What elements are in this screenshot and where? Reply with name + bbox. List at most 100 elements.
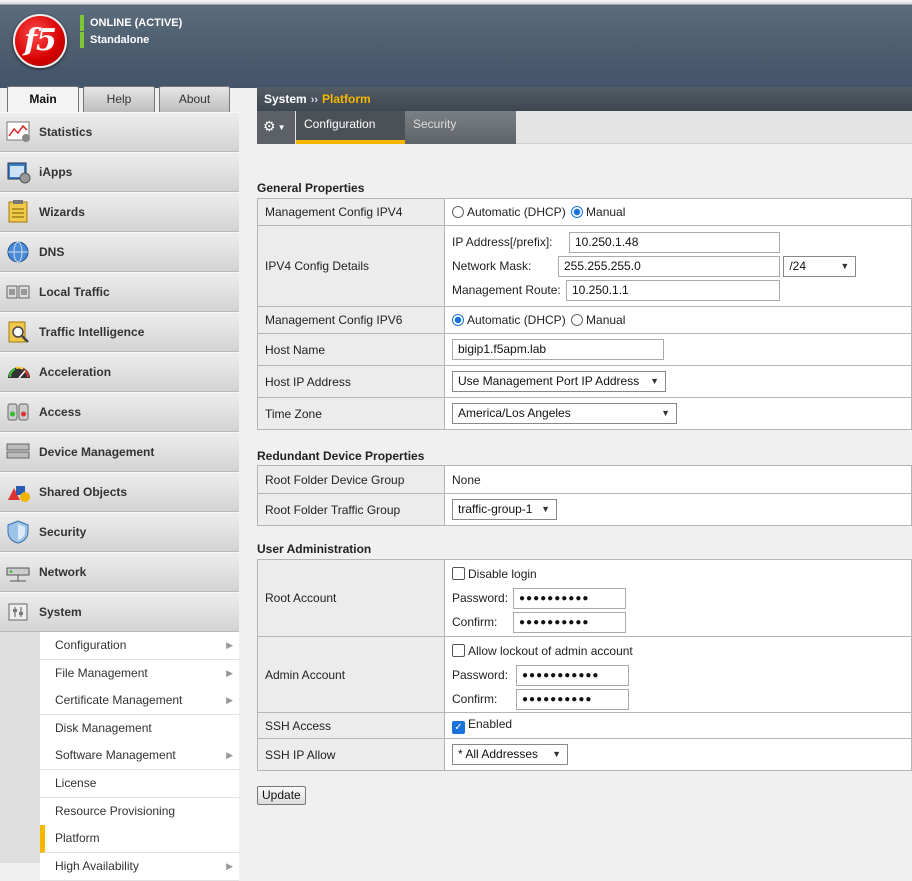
general-properties-heading: General Properties xyxy=(257,181,365,195)
subtab-security[interactable]: Security xyxy=(405,111,516,144)
sidebar-item-label: System xyxy=(39,605,82,619)
local-traffic-icon xyxy=(6,285,30,299)
dns-globe-icon xyxy=(7,241,29,263)
sidebar-item-label: Statistics xyxy=(39,125,93,139)
sidebar-item-label: Acceleration xyxy=(39,365,112,379)
mgmt-ipv4-label: Management Config IPV4 xyxy=(257,198,445,226)
sidebar-item-label: Network xyxy=(39,565,87,579)
admin-confirm-input[interactable]: ●●●●●●●●●● xyxy=(516,688,629,710)
sidebar-item-label: iApps xyxy=(39,165,73,179)
submenu-item-file-management[interactable]: File Management ▶ xyxy=(40,660,239,688)
sidebar-item-local-traffic[interactable]: Local Traffic xyxy=(0,272,239,312)
submenu-item-label: High Availability xyxy=(55,859,139,873)
root-password-label: Password: xyxy=(452,591,509,605)
submenu-item-configuration[interactable]: Configuration ▶ xyxy=(40,632,239,660)
submenu-item-high-availability[interactable]: High Availability ▶ xyxy=(40,853,239,881)
sidebar-item-device-management[interactable]: Device Management xyxy=(0,432,239,472)
mgmt-route-input[interactable]: 10.250.1.1 xyxy=(566,280,780,302)
submenu-item-license[interactable]: License xyxy=(40,770,239,798)
sidebar-item-traffic-intelligence[interactable]: Traffic Intelligence xyxy=(0,312,239,352)
ssh-enabled-label: Enabled xyxy=(468,717,513,731)
sidebar-item-label: Wizards xyxy=(39,205,85,219)
allow-lockout-checkbox[interactable] xyxy=(452,643,465,657)
subtab-configuration[interactable]: Configuration xyxy=(296,111,405,144)
chevron-down-icon: ▼ xyxy=(840,261,850,272)
submenu-item-label: Software Management xyxy=(55,748,176,762)
traffic-group-select[interactable]: traffic-group-1 ▼ xyxy=(452,499,557,520)
ipv6-dhcp-radio[interactable] xyxy=(452,314,464,326)
ipv6-manual-label: Manual xyxy=(586,313,626,327)
network-mask-label: Network Mask: xyxy=(452,259,532,273)
iapps-icon xyxy=(7,162,31,184)
mgmt-route-label: Management Route: xyxy=(452,283,561,297)
statistics-icon xyxy=(6,121,30,142)
ssh-access-label: SSH Access xyxy=(257,712,445,739)
root-password-input[interactable]: ●●●●●●●●●● xyxy=(513,588,626,610)
ipv6-manual-radio[interactable] xyxy=(571,314,584,326)
timezone-select[interactable]: America/Los Angeles ▼ xyxy=(452,403,677,424)
sidebar-item-dns[interactable]: DNS xyxy=(0,232,239,272)
prefix-value: /24 xyxy=(789,259,807,274)
sidebar-item-wizards[interactable]: Wizards xyxy=(0,192,239,232)
ipv4-dhcp-radio[interactable] xyxy=(452,206,464,218)
timezone-value: America/Los Angeles xyxy=(458,406,571,420)
tab-help[interactable]: Help xyxy=(83,86,155,112)
ssh-ip-allow-select[interactable]: * All Addresses ▼ xyxy=(452,744,568,765)
device-group-label: Root Folder Device Group xyxy=(257,465,445,494)
mgmt-ipv6-label: Management Config IPV6 xyxy=(257,306,445,334)
submenu-item-platform[interactable]: Platform xyxy=(40,825,239,853)
disable-login-checkbox[interactable] xyxy=(452,567,465,580)
chevron-down-icon: ▼ xyxy=(661,408,670,418)
ssh-enabled-checkbox[interactable]: ✓ xyxy=(452,721,465,734)
hostname-input[interactable]: bigip1.f5apm.lab xyxy=(452,339,664,360)
breadcrumb-root[interactable]: System xyxy=(264,92,307,106)
ssh-ip-allow-value: * All Addresses xyxy=(458,747,539,761)
admin-password-input[interactable]: ●●●●●●●●●●● xyxy=(516,664,629,686)
shared-objects-icon xyxy=(8,486,30,502)
sidebar-item-statistics[interactable]: Statistics xyxy=(0,112,239,152)
submenu-indent xyxy=(0,632,40,863)
update-button[interactable]: Update xyxy=(257,786,306,805)
ipv4-dhcp-label: Automatic (DHCP) xyxy=(467,205,566,219)
network-icon xyxy=(6,567,30,582)
admin-confirm-label: Confirm: xyxy=(452,691,498,706)
breadcrumb-separator: ›› xyxy=(310,94,319,106)
ip-address-input[interactable]: 10.250.1.48 xyxy=(569,232,780,254)
chevron-right-icon: ▶ xyxy=(226,640,233,650)
sidebar-item-iapps[interactable]: iApps xyxy=(0,152,239,192)
sidebar-item-access[interactable]: Access xyxy=(0,392,239,432)
chevron-down-icon: ▼ xyxy=(552,749,561,759)
tab-about[interactable]: About xyxy=(159,86,230,112)
sidebar-item-acceleration[interactable]: Acceleration xyxy=(0,352,239,392)
submenu-item-resource-provisioning[interactable]: Resource Provisioning xyxy=(40,798,239,826)
access-icon xyxy=(7,403,29,421)
root-confirm-label: Confirm: xyxy=(452,615,498,629)
submenu-item-disk-management[interactable]: Disk Management xyxy=(40,715,239,743)
submenu-item-label: File Management xyxy=(55,666,148,680)
prefix-select[interactable]: /24 ▼ xyxy=(783,256,857,278)
submenu-item-label: Configuration xyxy=(55,638,127,652)
security-shield-icon xyxy=(7,520,29,544)
submenu-item-software-management[interactable]: Software Management ▶ xyxy=(40,742,239,770)
root-confirm-input[interactable]: ●●●●●●●●●● xyxy=(513,612,626,634)
device-status: ONLINE (ACTIVE) xyxy=(80,15,182,31)
sidebar-item-system[interactable]: System xyxy=(0,592,239,632)
network-mask-input[interactable]: 255.255.255.0 xyxy=(558,256,780,278)
traffic-group-label: Root Folder Traffic Group xyxy=(257,493,445,526)
submenu-item-certificate-management[interactable]: Certificate Management ▶ xyxy=(40,687,239,715)
user-admin-heading: User Administration xyxy=(257,542,372,556)
gear-menu-button[interactable]: ⚙ ▼ xyxy=(257,111,295,144)
f5-logo[interactable]: f5 xyxy=(13,14,67,68)
sidebar-item-security[interactable]: Security xyxy=(0,512,239,552)
chevron-right-icon: ▶ xyxy=(226,750,233,760)
device-mode: Standalone xyxy=(80,32,149,48)
chevron-right-icon: ▶ xyxy=(226,695,233,705)
ipv4-manual-label: Manual xyxy=(586,205,626,219)
sidebar-item-network[interactable]: Network xyxy=(0,552,239,592)
host-ip-select[interactable]: Use Management Port IP Address ▼ xyxy=(452,371,666,392)
caret-down-icon: ▼ xyxy=(277,122,286,132)
traffic-intelligence-icon xyxy=(8,321,29,343)
tab-main[interactable]: Main xyxy=(7,86,79,113)
ipv4-manual-radio[interactable] xyxy=(571,206,584,218)
sidebar-item-shared-objects[interactable]: Shared Objects xyxy=(0,472,239,512)
